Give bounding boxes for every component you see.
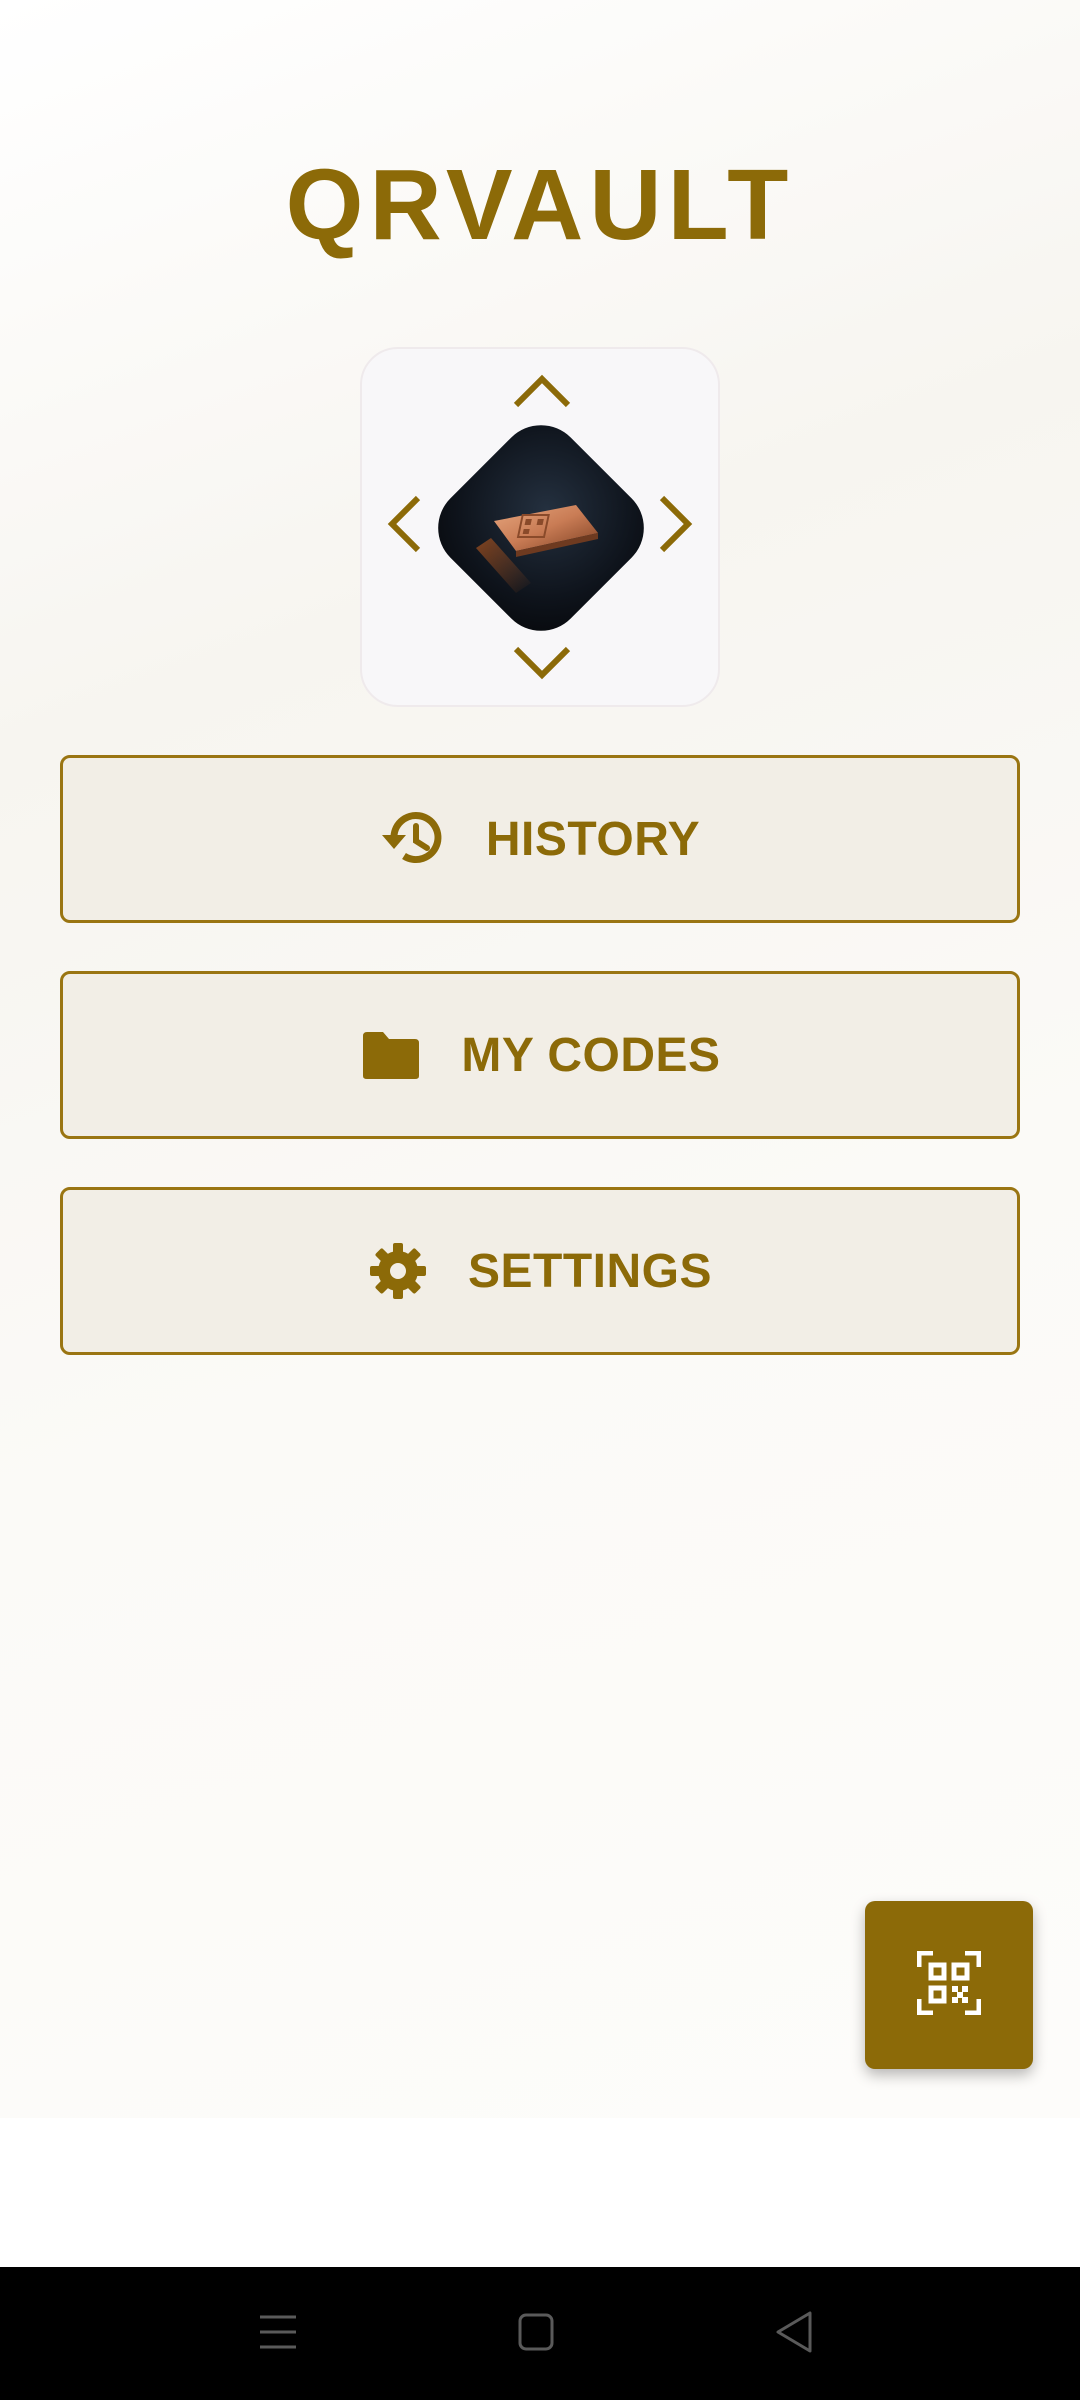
- app-title: QRVAULT: [285, 149, 795, 261]
- history-label: HISTORY: [485, 812, 701, 866]
- back-icon[interactable]: [774, 2307, 814, 2362]
- qr-device-logo: [456, 443, 626, 613]
- scan-qr-button[interactable]: [865, 1901, 1033, 2069]
- arrow-down-icon: [512, 645, 572, 681]
- history-button[interactable]: HISTORY: [60, 755, 1020, 923]
- logo-card: [360, 347, 720, 707]
- folder-icon: [359, 1030, 421, 1080]
- home-icon[interactable]: [516, 2307, 556, 2362]
- settings-label: SETTINGS: [467, 1244, 713, 1298]
- my-codes-label: MY CODES: [461, 1028, 721, 1082]
- menu-icon[interactable]: [258, 2307, 298, 2362]
- arrow-up-icon: [512, 373, 572, 409]
- gear-icon: [368, 1241, 428, 1301]
- settings-button[interactable]: SETTINGS: [60, 1187, 1020, 1355]
- app-screen: QRVAULT HISTORY MY CODES SETTINGS: [0, 0, 1080, 2118]
- system-nav-bar: [0, 2267, 1080, 2400]
- arrow-left-icon: [386, 494, 422, 554]
- qr-scan-icon: [916, 1950, 982, 2020]
- my-codes-button[interactable]: MY CODES: [60, 971, 1020, 1139]
- history-icon: [380, 809, 446, 869]
- arrow-right-icon: [658, 494, 694, 554]
